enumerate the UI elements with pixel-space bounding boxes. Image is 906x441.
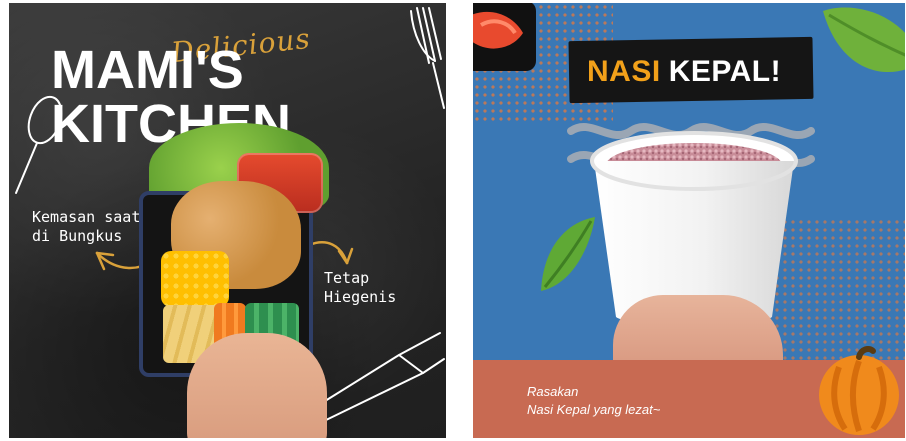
caption-line-2: Nasi Kepal yang lezat~ — [527, 402, 661, 417]
holding-hand — [187, 333, 327, 438]
knife-icon — [308, 332, 445, 422]
note-right-line1: Tetap — [324, 269, 370, 287]
corn — [161, 251, 229, 307]
arrow-right-icon — [307, 241, 354, 265]
note-right: Tetap Hiegenis — [324, 269, 396, 307]
pumpkin-icon — [819, 346, 899, 435]
note-left-line1: Kemasan saat — [32, 208, 141, 226]
note-left-line2: di Bungkus — [32, 227, 123, 245]
caption: Rasakan Nasi Kepal yang lezat~ — [527, 383, 660, 419]
caption-line-1: Rasakan — [527, 384, 579, 399]
note-left: Kemasan saat di Bungkus — [32, 208, 140, 246]
note-right-line2: Hiegenis — [324, 288, 397, 306]
poster-mamis-kitchen: Delicious MAMI'S KITCHEN Kemasan saat di… — [9, 3, 446, 438]
poster-nasi-kepal: NASI KEPAL! Rasakan Nasi Kepal yang leza… — [473, 3, 905, 438]
